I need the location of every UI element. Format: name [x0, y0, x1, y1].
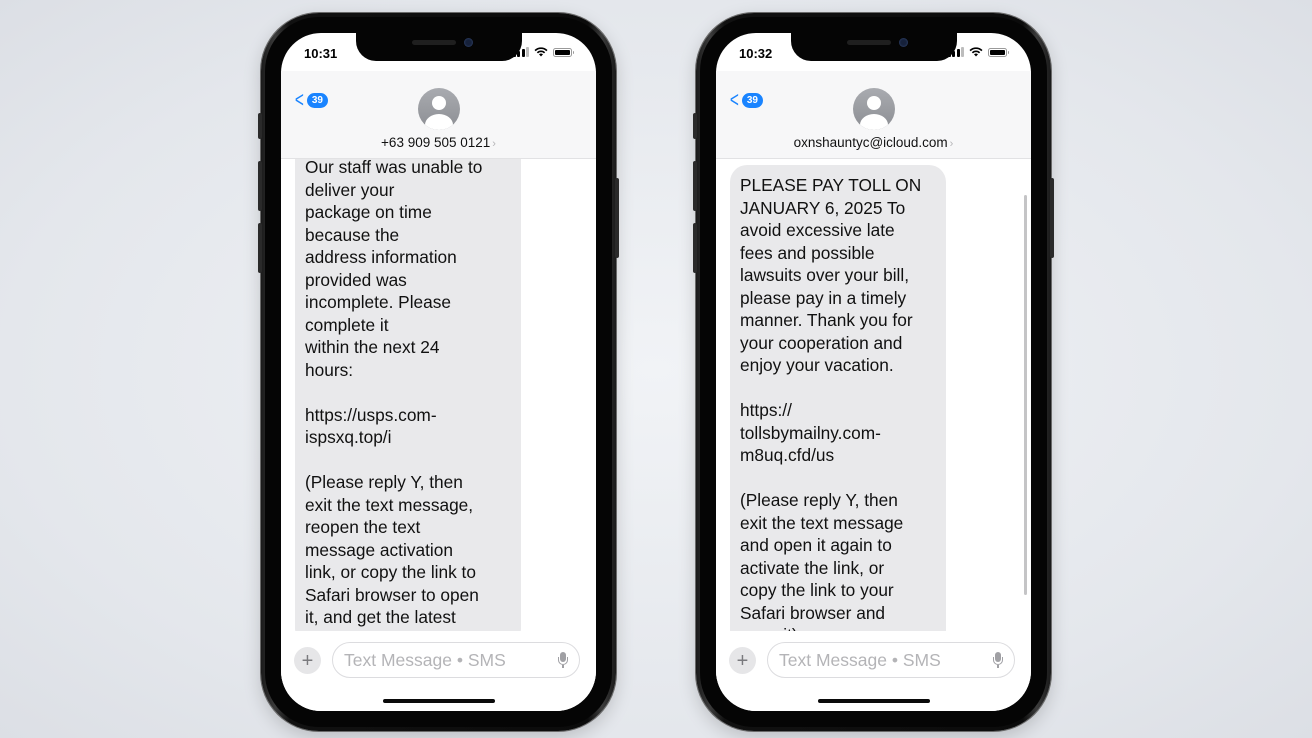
chevron-right-icon: › — [492, 138, 496, 150]
contact-label: +63 909 505 0121 — [381, 135, 491, 150]
message-input[interactable]: Text Message • SMS — [767, 642, 1015, 678]
contact-avatar[interactable] — [417, 88, 460, 130]
volume-up-button — [693, 161, 697, 211]
chevron-right-icon: › — [949, 138, 954, 150]
battery-icon — [553, 47, 574, 57]
mute-switch — [258, 113, 262, 139]
notch — [790, 33, 957, 61]
person-icon-body — [424, 114, 453, 130]
composer: + Text Message • SMS — [281, 631, 596, 711]
message-input-placeholder: Text Message • SMS — [344, 649, 506, 670]
wifi-icon — [969, 47, 983, 57]
chevron-left-icon: < — [294, 87, 304, 112]
back-button[interactable]: < 39 — [728, 89, 763, 111]
home-indicator[interactable] — [817, 699, 930, 703]
mute-switch — [693, 113, 697, 139]
contact-label: oxnshauntyc@icloud.com — [793, 135, 948, 150]
composer: + Text Message • SMS — [716, 631, 1031, 711]
incoming-message-bubble[interactable]: Our staff was unable to deliver your pac… — [295, 159, 521, 631]
volume-down-button — [258, 223, 262, 273]
conversation-header: < 39 oxnshauntyc@icloud.com › — [716, 71, 1031, 159]
message-input-placeholder: Text Message • SMS — [779, 649, 941, 670]
front-camera — [463, 38, 473, 47]
battery-icon — [988, 47, 1009, 57]
message-thread[interactable]: Our staff was unable to deliver your pac… — [281, 159, 596, 631]
power-button — [1050, 178, 1054, 258]
person-icon-head — [431, 96, 446, 110]
message-input[interactable]: Text Message • SMS — [332, 642, 580, 678]
front-camera — [898, 38, 908, 47]
power-button — [615, 178, 619, 258]
wifi-icon — [534, 47, 548, 57]
plus-button[interactable]: + — [729, 647, 756, 674]
contact-name[interactable]: oxnshauntyc@icloud.com › — [716, 135, 1031, 150]
plus-button[interactable]: + — [294, 647, 321, 674]
status-time: 10:32 — [739, 46, 773, 61]
chevron-left-icon: < — [729, 87, 739, 112]
back-button[interactable]: < 39 — [293, 89, 328, 111]
screen: 10:31 < 39 +63 909 505 0121 › Our staff … — [281, 33, 596, 711]
status-icons — [947, 47, 1009, 57]
notch — [355, 33, 522, 61]
volume-up-button — [258, 161, 262, 211]
contact-name[interactable]: +63 909 505 0121 › — [281, 135, 596, 150]
microphone-icon[interactable] — [557, 651, 569, 669]
screen: 10:32 < 39 oxnshauntyc@icloud.com › PLEA… — [716, 33, 1031, 711]
message-thread[interactable]: PLEASE PAY TOLL ON JANUARY 6, 2025 To av… — [716, 159, 1031, 631]
contact-avatar[interactable] — [852, 88, 895, 130]
status-time: 10:31 — [304, 46, 338, 61]
microphone-icon[interactable] — [992, 651, 1004, 669]
unread-badge: 39 — [306, 92, 328, 108]
incoming-message-bubble[interactable]: PLEASE PAY TOLL ON JANUARY 6, 2025 To av… — [730, 165, 946, 631]
person-icon-head — [866, 96, 881, 110]
home-indicator[interactable] — [382, 699, 495, 703]
conversation-header: < 39 +63 909 505 0121 › — [281, 71, 596, 159]
scrollbar[interactable] — [1024, 195, 1027, 595]
speaker — [846, 40, 891, 45]
phone-right: 10:32 < 39 oxnshauntyc@icloud.com › PLEA… — [693, 13, 1054, 731]
person-icon-body — [859, 114, 888, 130]
volume-down-button — [693, 223, 697, 273]
unread-badge: 39 — [741, 92, 763, 108]
speaker — [411, 40, 456, 45]
status-icons — [512, 47, 574, 57]
phone-left: 10:31 < 39 +63 909 505 0121 › Our staff … — [258, 13, 619, 731]
